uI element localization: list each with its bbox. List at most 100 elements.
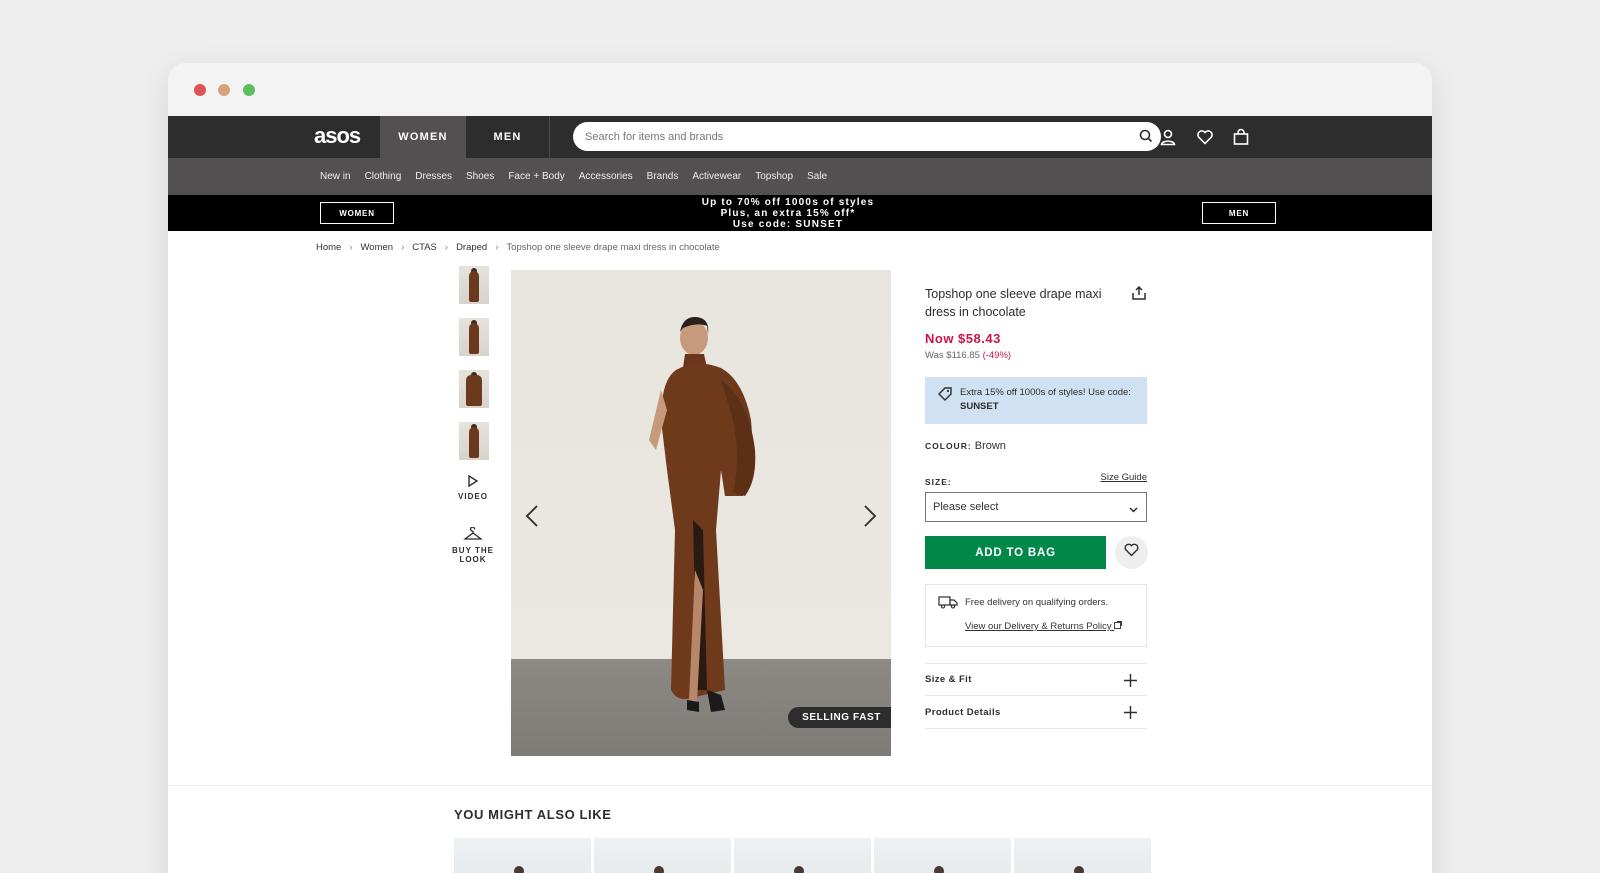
nav-item-shoes[interactable]: Shoes	[459, 171, 501, 182]
breadcrumb-separator: ›	[444, 242, 449, 253]
breadcrumb-draped[interactable]: Draped	[456, 242, 487, 253]
accordion-size-fit-label: Size & Fit	[925, 674, 972, 685]
plus-icon	[1124, 706, 1137, 722]
buy-the-look-label-2: LOOK	[459, 555, 487, 564]
save-for-later-button[interactable]	[1115, 536, 1148, 569]
promo-message[interactable]: Up to 70% off 1000s of styles Plus, an e…	[608, 197, 968, 230]
product-main-image[interactable]: SELLING FAST	[511, 270, 891, 756]
accordion-product-details[interactable]: Product Details	[925, 696, 1147, 729]
heart-icon	[1124, 543, 1139, 562]
zoom-window-button[interactable]	[243, 84, 255, 96]
recommended-product-card[interactable]	[734, 838, 871, 873]
search-input[interactable]	[585, 122, 1125, 151]
hanger-icon	[448, 526, 498, 543]
recommended-product-image	[654, 866, 664, 873]
saved-items-icon[interactable]	[1196, 128, 1214, 146]
selling-fast-badge: SELLING FAST	[788, 707, 891, 728]
title-bar	[168, 63, 1432, 116]
breadcrumb-women[interactable]: Women	[361, 242, 394, 253]
thumbnail-image[interactable]	[459, 370, 489, 408]
category-nav: New in Clothing Dresses Shoes Face + Bod…	[168, 158, 1432, 195]
promo-code-value: SUNSET	[960, 401, 999, 412]
thumbnail-image[interactable]	[459, 266, 489, 304]
accordion-product-details-label: Product Details	[925, 706, 1001, 718]
colour-row: COLOUR: Brown	[925, 440, 1147, 452]
thumbnail-model-dress	[469, 427, 479, 458]
section-divider	[168, 785, 1432, 786]
nav-item-face-body[interactable]: Face + Body	[501, 171, 571, 182]
breadcrumb-current: Topshop one sleeve drape maxi dress in c…	[506, 242, 720, 253]
delivery-text: Free delivery on qualifying orders.	[965, 597, 1109, 608]
tab-men[interactable]: MEN	[466, 116, 550, 158]
thumbnail-model-dress	[466, 375, 482, 406]
model-photo	[649, 316, 756, 712]
breadcrumb-separator: ›	[349, 242, 353, 253]
next-image-arrow-icon[interactable]	[863, 504, 877, 533]
asos-logo[interactable]: asos	[314, 123, 361, 149]
current-price: Now $58.43	[925, 331, 1001, 346]
size-label: SIZE:	[925, 477, 952, 487]
buy-the-look-label-1: BUY THE	[452, 546, 494, 555]
buy-the-look-button[interactable]: BUY THE LOOK	[448, 526, 498, 564]
size-guide-link[interactable]: Size Guide	[1101, 472, 1147, 483]
thumbnail-model-dress	[469, 323, 479, 354]
thumbnail-image[interactable]	[459, 422, 489, 460]
promo-line-1: Up to 70% off 1000s of styles	[701, 197, 875, 208]
nav-item-accessories[interactable]: Accessories	[572, 171, 640, 182]
promo-code-box: Extra 15% off 1000s of styles! Use code:…	[925, 377, 1147, 424]
browser-window: asos WOMEN MEN New in Clothing Dresses S…	[168, 63, 1432, 873]
thumbnail-image[interactable]	[459, 318, 489, 356]
colour-value: Brown	[974, 440, 1006, 452]
account-icon[interactable]	[1159, 128, 1177, 146]
minimize-window-button[interactable]	[218, 84, 230, 96]
truck-icon	[938, 595, 958, 612]
plus-icon	[1124, 674, 1137, 690]
site-header: asos WOMEN MEN	[168, 116, 1432, 158]
was-price: Was $116.85	[925, 350, 980, 361]
recommendations-list	[454, 838, 1151, 873]
promo-women-button[interactable]: WOMEN	[320, 202, 394, 224]
recommended-product-card[interactable]	[454, 838, 591, 873]
product-title: Topshop one sleeve drape maxi dress in c…	[925, 287, 1102, 319]
recommended-product-image	[934, 866, 944, 873]
nav-item-brands[interactable]: Brands	[640, 171, 686, 182]
recommended-product-image	[514, 866, 524, 873]
add-to-bag-button[interactable]: ADD TO BAG	[925, 536, 1106, 569]
recommended-product-card[interactable]	[874, 838, 1011, 873]
size-select[interactable]: Please select	[925, 492, 1147, 522]
nav-item-dresses[interactable]: Dresses	[408, 171, 459, 182]
nav-item-sale[interactable]: Sale	[800, 171, 834, 182]
promo-code-message: Extra 15% off 1000s of styles! Use code:	[960, 387, 1131, 398]
nav-item-new-in[interactable]: New in	[313, 171, 358, 182]
bag-icon[interactable]	[1232, 128, 1250, 146]
video-button[interactable]: VIDEO	[448, 474, 498, 501]
accordion-size-fit[interactable]: Size & Fit	[925, 663, 1147, 696]
thumbnail-list	[459, 266, 489, 474]
tab-women[interactable]: WOMEN	[380, 116, 466, 158]
recommended-product-card[interactable]	[594, 838, 731, 873]
promo-line-3: Use code: SUNSET	[732, 219, 844, 230]
previous-image-arrow-icon[interactable]	[525, 504, 539, 533]
size-select-value: Please select	[933, 501, 999, 513]
nav-item-topshop[interactable]: Topshop	[748, 171, 800, 182]
delivery-info-box: Free delivery on qualifying orders. View…	[925, 584, 1147, 647]
thumbnail-model-dress	[469, 271, 479, 302]
search-bar	[573, 122, 1161, 151]
share-icon[interactable]	[1131, 285, 1147, 306]
recommended-product-card[interactable]	[1014, 838, 1151, 873]
breadcrumb-ctas[interactable]: CTAS	[412, 242, 437, 253]
breadcrumb: Home › Women › CTAS › Draped › Topshop one s…	[316, 242, 720, 253]
breadcrumb-home[interactable]: Home	[316, 242, 341, 253]
size-row: SIZE: Size Guide	[925, 472, 1147, 487]
recommended-product-image	[794, 866, 804, 873]
nav-item-activewear[interactable]: Activewear	[685, 171, 748, 182]
close-window-button[interactable]	[194, 84, 206, 96]
nav-item-clothing[interactable]: Clothing	[358, 171, 409, 182]
breadcrumb-separator: ›	[401, 242, 405, 253]
video-label: VIDEO	[458, 492, 488, 501]
search-icon[interactable]	[1139, 129, 1153, 148]
product-panel: Topshop one sleeve drape maxi dress in c…	[925, 285, 1148, 729]
promo-men-button[interactable]: MEN	[1202, 202, 1276, 224]
delivery-policy-link[interactable]: View our Delivery & Returns Policy	[965, 621, 1123, 632]
recommendations-heading: YOU MIGHT ALSO LIKE	[454, 807, 612, 822]
